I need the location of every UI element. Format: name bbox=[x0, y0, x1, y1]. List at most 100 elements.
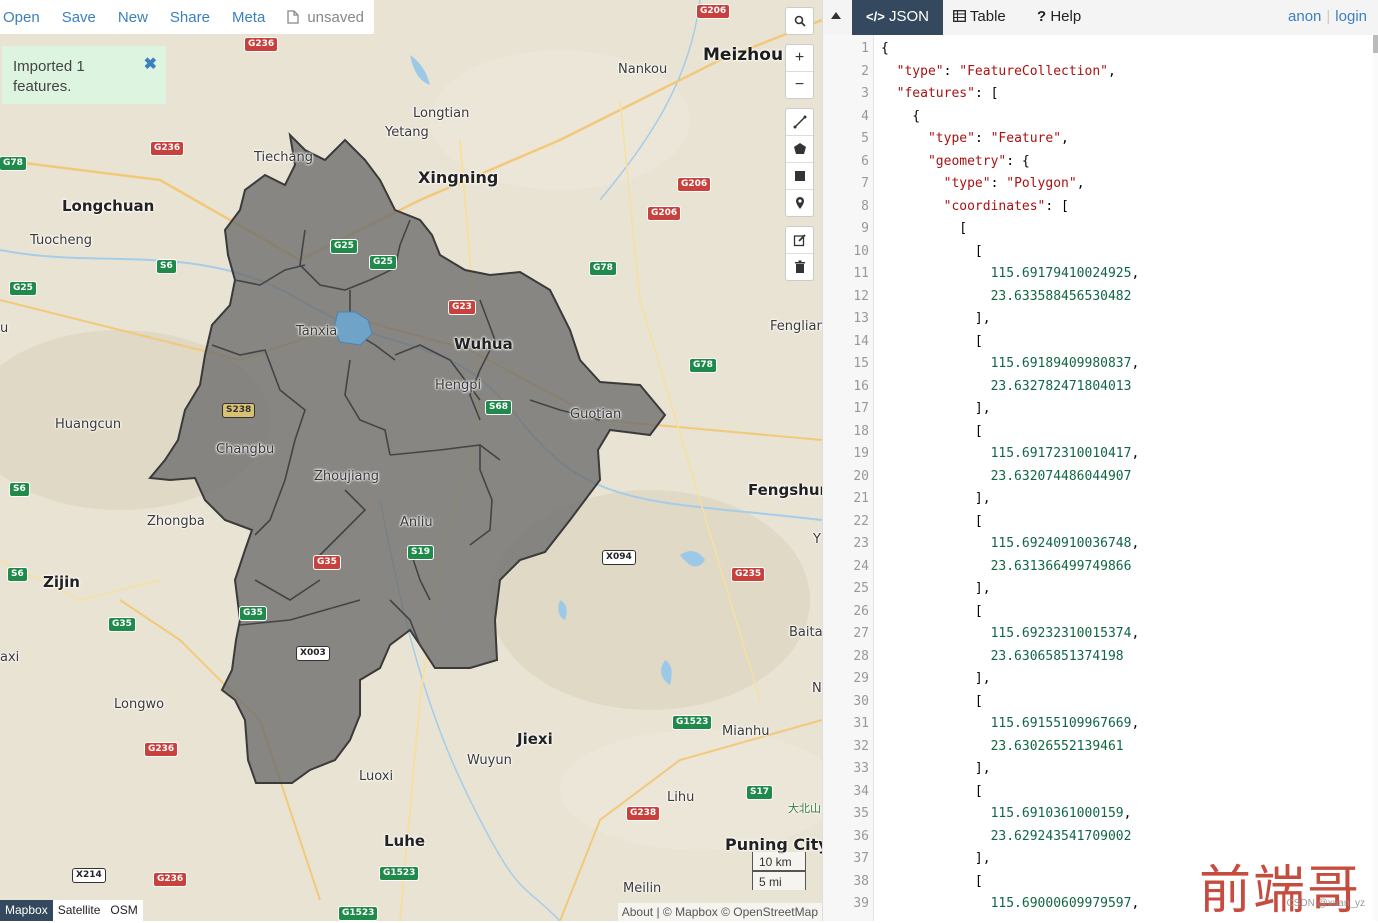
label-zhongba: Zhongba bbox=[147, 514, 205, 529]
map-attribution[interactable]: About | © Mapbox © OpenStreetMap bbox=[617, 903, 822, 921]
code-line[interactable]: ], bbox=[881, 401, 991, 416]
json-editor[interactable]: 1 2 3 4 5 6 7 8 9 10 11 12 13 14 15 16 17 18 19 20 21 22 23 24 2… bbox=[823, 35, 1373, 921]
code-line[interactable]: [ bbox=[881, 604, 983, 619]
layer-mapbox[interactable]: Mapbox bbox=[0, 900, 53, 921]
code-line[interactable]: { bbox=[881, 41, 889, 56]
collapse-icon[interactable] bbox=[831, 12, 841, 19]
close-icon[interactable]: ✖ bbox=[144, 54, 157, 74]
code-line[interactable]: 23.63026552139461 bbox=[881, 739, 1124, 754]
draw-line-button[interactable] bbox=[786, 109, 813, 136]
edit-button[interactable] bbox=[786, 227, 813, 254]
code-line[interactable]: ], bbox=[881, 761, 991, 776]
draw-marker-button[interactable] bbox=[786, 190, 813, 216]
delete-button[interactable] bbox=[786, 254, 813, 280]
shield-g1523: G1523 bbox=[673, 716, 712, 729]
label-fengliang: Fengliang bbox=[770, 319, 822, 334]
draw-polygon-button[interactable] bbox=[786, 136, 813, 163]
code-line[interactable]: ], bbox=[881, 851, 991, 866]
code-line[interactable]: ], bbox=[881, 311, 991, 326]
line-number: 6 bbox=[861, 153, 869, 169]
search-button[interactable] bbox=[786, 8, 813, 34]
search-control bbox=[785, 7, 814, 35]
tab-json[interactable]: </> JSON bbox=[852, 0, 943, 35]
code-line[interactable]: 115.6910361000159, bbox=[881, 806, 1132, 821]
import-notice-text: Imported 1 features. bbox=[13, 58, 85, 95]
line-number: 3 bbox=[861, 86, 869, 101]
menu-open[interactable]: Open bbox=[3, 9, 40, 26]
label-anliu: Anliu bbox=[400, 515, 433, 530]
code-line[interactable]: "type": "FeatureCollection", bbox=[881, 64, 1116, 79]
code-line[interactable]: 115.69240910036748, bbox=[881, 536, 1140, 551]
code-line[interactable]: [ bbox=[881, 424, 983, 439]
menu-save[interactable]: Save bbox=[62, 9, 96, 26]
shield-g236: G236 bbox=[151, 142, 184, 155]
line-number: 18 bbox=[853, 423, 869, 439]
code-line[interactable]: "type": "Polygon", bbox=[881, 176, 1085, 191]
code-line[interactable]: { bbox=[881, 109, 920, 124]
map-view[interactable]: Meizhou Nankou Longtian Yetang Tiechang … bbox=[0, 0, 822, 921]
code-line[interactable]: 23.633588456530482 bbox=[881, 289, 1132, 304]
code-line[interactable]: "coordinates": [ bbox=[881, 199, 1069, 214]
top-menu: Open Save New Share Meta unsaved bbox=[0, 0, 375, 34]
label-n: N bbox=[812, 681, 822, 696]
login-link[interactable]: login bbox=[1335, 8, 1367, 25]
code-line[interactable]: [ bbox=[881, 244, 983, 259]
draw-control bbox=[785, 108, 814, 217]
code-line[interactable]: 115.69000609979597, bbox=[881, 896, 1140, 911]
code-line[interactable]: ], bbox=[881, 581, 991, 596]
label-nankou: Nankou bbox=[618, 62, 668, 77]
code-line[interactable]: [ bbox=[881, 874, 983, 889]
label-wuyun: Wuyun bbox=[467, 753, 512, 768]
layer-osm[interactable]: OSM bbox=[105, 900, 143, 921]
code-line[interactable]: [ bbox=[881, 334, 983, 349]
layer-satellite[interactable]: Satellite bbox=[52, 900, 106, 921]
code-line[interactable]: 23.632074486044907 bbox=[881, 469, 1132, 484]
code-line[interactable]: 115.69155109967669, bbox=[881, 716, 1140, 731]
code-line[interactable]: 115.69189409980837, bbox=[881, 356, 1140, 371]
code-line[interactable]: 23.631366499749866 bbox=[881, 559, 1132, 574]
label-dabeishan: 大北山 bbox=[788, 802, 821, 815]
zoom-out-button[interactable]: − bbox=[786, 72, 813, 98]
code-line[interactable]: ], bbox=[881, 491, 991, 506]
shield-g206: G206 bbox=[697, 5, 730, 18]
label-lihu: Lihu bbox=[667, 790, 695, 805]
zoom-in-button[interactable]: + bbox=[786, 45, 813, 72]
code-line[interactable]: [ bbox=[881, 694, 983, 709]
code-line[interactable]: [ bbox=[881, 514, 983, 529]
line-number: 7 bbox=[861, 176, 869, 191]
code-line[interactable]: 23.629243541709002 bbox=[881, 829, 1132, 844]
editor-scrollbar[interactable] bbox=[1373, 35, 1378, 921]
code-line[interactable]: "geometry": { bbox=[881, 154, 1030, 169]
code-line[interactable]: 115.69172310010417, bbox=[881, 446, 1140, 461]
shield-g1523: G1523 bbox=[380, 867, 419, 880]
code-line[interactable]: 115.69232310015374, bbox=[881, 626, 1140, 641]
line-gutter: 1 2 3 4 5 6 7 8 9 10 11 12 13 14 15 16 17 18 19 20 21 22 23 24 2… bbox=[823, 35, 874, 921]
scale-km: 10 km bbox=[752, 852, 806, 871]
shield-s68: S68 bbox=[486, 401, 512, 414]
user-name-link[interactable]: anon bbox=[1288, 8, 1321, 25]
code-line[interactable]: 23.63065851374198 bbox=[881, 649, 1124, 664]
label-fengshun: Fengshun bbox=[748, 481, 822, 499]
csdn-credit: CSDN @xuan_yz bbox=[1286, 898, 1365, 909]
scrollbar-thumb[interactable] bbox=[1373, 35, 1378, 53]
code-line[interactable]: [ bbox=[881, 221, 967, 236]
shield-g206: G206 bbox=[678, 178, 711, 191]
code-line[interactable]: "features": [ bbox=[881, 86, 999, 101]
edit-control bbox=[785, 226, 814, 281]
code-line[interactable]: ], bbox=[881, 671, 991, 686]
code-line[interactable]: 115.69179410024925, bbox=[881, 266, 1140, 281]
tab-help[interactable]: ? Help bbox=[1023, 0, 1095, 35]
import-notice: Imported 1 features. ✖ bbox=[2, 46, 166, 104]
shield-g78: G78 bbox=[0, 157, 26, 170]
code-line[interactable]: 23.632782471804013 bbox=[881, 379, 1132, 394]
menu-new[interactable]: New bbox=[118, 9, 148, 26]
line-number: 28 bbox=[853, 648, 869, 664]
tab-table[interactable]: Table bbox=[939, 0, 1020, 35]
code-line[interactable]: "type": "Feature", bbox=[881, 131, 1069, 146]
draw-rectangle-button[interactable] bbox=[786, 163, 813, 190]
code-line[interactable]: [ bbox=[881, 784, 983, 799]
marker-icon bbox=[795, 197, 804, 209]
menu-meta[interactable]: Meta bbox=[232, 9, 265, 26]
menu-share[interactable]: Share bbox=[170, 9, 210, 26]
label-axi: axi bbox=[0, 650, 20, 665]
